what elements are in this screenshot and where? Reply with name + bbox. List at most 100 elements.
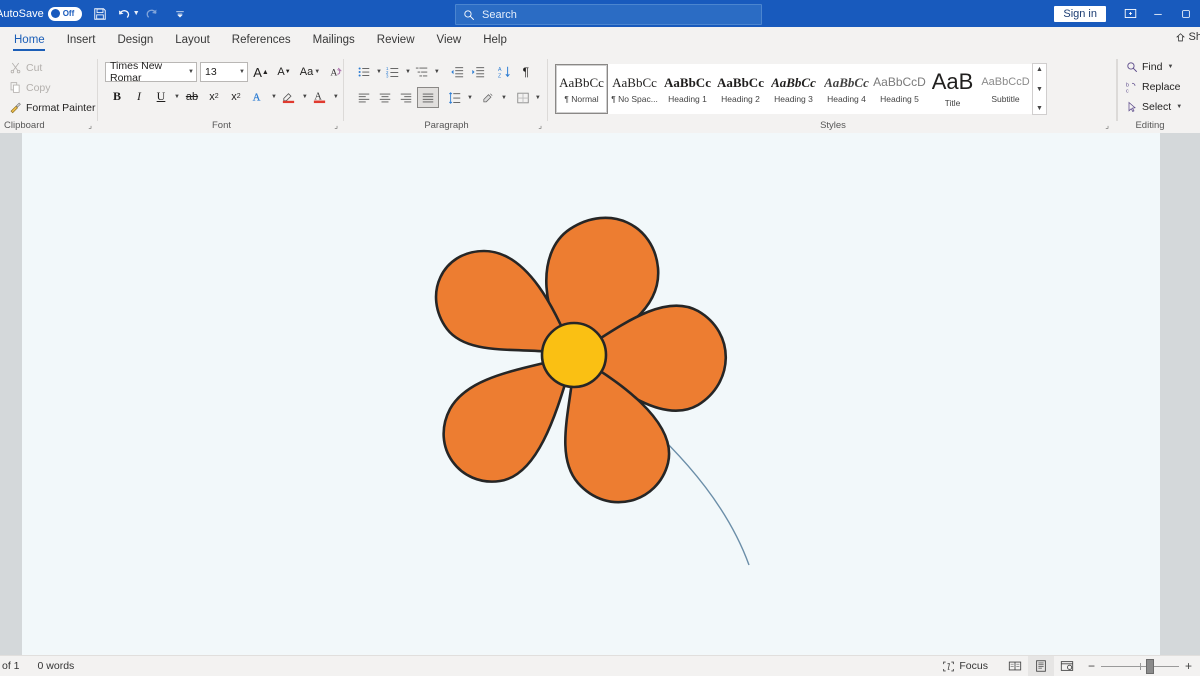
group-separator xyxy=(97,59,98,121)
borders-dropdown-icon[interactable]: ▼ xyxy=(535,95,541,101)
styles-more-icon[interactable]: ▼ xyxy=(1036,104,1043,113)
select-button[interactable]: Select ▼ xyxy=(1126,101,1182,113)
style-heading-2[interactable]: AaBbCc Heading 2 xyxy=(714,64,767,114)
align-right-button[interactable] xyxy=(396,88,416,107)
word-count[interactable]: 0 words xyxy=(38,660,75,672)
tab-mailings[interactable]: Mailings xyxy=(302,27,366,54)
sort-button[interactable]: AZ xyxy=(495,62,515,81)
font-name-combobox[interactable]: Times New Romar ▼ xyxy=(105,60,197,84)
tab-review[interactable]: Review xyxy=(366,27,426,54)
shading-dropdown-icon[interactable]: ▼ xyxy=(501,95,507,101)
line-spacing-dropdown-icon[interactable]: ▼ xyxy=(467,95,473,101)
share-button[interactable]: Sh xyxy=(1175,31,1200,43)
font-size-combobox[interactable]: 13 ▼ xyxy=(200,62,248,82)
sign-in-button[interactable]: Sign in xyxy=(1054,5,1106,22)
style-heading-5[interactable]: AaBbCcD Heading 5 xyxy=(873,64,926,114)
bullets-dropdown-icon[interactable]: ▼ xyxy=(376,69,382,75)
styles-dialog-launcher[interactable]: ⌟ xyxy=(1105,121,1109,130)
multilevel-list-button[interactable] xyxy=(412,62,432,81)
tab-references[interactable]: References xyxy=(221,27,302,54)
autosave-toggle[interactable]: AutoSave Off xyxy=(0,6,82,21)
italic-button[interactable]: I xyxy=(129,87,149,106)
underline-dropdown-icon[interactable]: ▼ xyxy=(174,94,180,100)
subscript-button[interactable]: x2 xyxy=(204,87,224,106)
font-color-dropdown-icon[interactable]: ▼ xyxy=(333,94,339,100)
style-normal[interactable]: AaBbCc ¶ Normal xyxy=(555,64,608,114)
bullets-button[interactable] xyxy=(354,62,374,81)
zoom-out-button[interactable]: − xyxy=(1088,659,1095,673)
ribbon-group-paragraph: ▼ 123 ▼ ▼ AZ ¶ ▼ ▼ ▼ Paragraph ⌟ xyxy=(345,54,548,133)
style-heading-4[interactable]: AaBbCc Heading 4 xyxy=(820,64,873,114)
autosave-switch[interactable]: Off xyxy=(47,6,82,21)
format-painter-button[interactable]: Format Painter xyxy=(9,101,95,114)
tab-view[interactable]: View xyxy=(426,27,473,54)
save-icon[interactable] xyxy=(88,3,112,25)
style-heading-3[interactable]: AaBbCc Heading 3 xyxy=(767,64,820,114)
select-dropdown-icon[interactable]: ▼ xyxy=(1176,104,1182,110)
numbering-dropdown-icon[interactable]: ▼ xyxy=(405,69,411,75)
redo-icon[interactable] xyxy=(140,3,164,25)
shrink-font-button[interactable]: A ▼ xyxy=(274,63,294,82)
style-subtitle[interactable]: AaBbCcD Subtitle xyxy=(979,64,1032,114)
font-dialog-launcher[interactable]: ⌟ xyxy=(334,121,338,130)
text-effects-button[interactable]: A xyxy=(248,87,268,106)
tab-home[interactable]: Home xyxy=(0,27,56,54)
increase-indent-button[interactable] xyxy=(468,62,488,81)
bold-button[interactable]: B xyxy=(107,87,127,106)
ribbon-display-options-icon[interactable] xyxy=(1116,0,1144,27)
highlight-dropdown-icon[interactable]: ▼ xyxy=(302,94,308,100)
font-color-button[interactable]: A xyxy=(310,87,330,106)
find-button[interactable]: Find ▼ xyxy=(1126,61,1173,73)
shading-button[interactable] xyxy=(479,88,499,107)
read-mode-button[interactable] xyxy=(1002,656,1028,676)
chevron-down-icon[interactable]: ▼ xyxy=(188,69,194,75)
tab-design[interactable]: Design xyxy=(106,27,164,54)
align-left-button[interactable] xyxy=(354,88,374,107)
document-page[interactable] xyxy=(22,133,1160,655)
line-spacing-button[interactable] xyxy=(445,88,465,107)
print-layout-button[interactable] xyxy=(1027,656,1054,676)
style-no-spacing[interactable]: AaBbCc ¶ No Spac... xyxy=(608,64,661,114)
text-effects-dropdown-icon[interactable]: ▼ xyxy=(271,94,277,100)
chevron-down-icon[interactable]: ▼ xyxy=(239,69,245,75)
clipboard-dialog-launcher[interactable]: ⌟ xyxy=(88,121,92,130)
search-box[interactable]: Search xyxy=(455,4,762,25)
underline-button[interactable]: U xyxy=(151,87,171,106)
focus-mode-button[interactable]: Focus xyxy=(942,660,988,673)
minimize-icon[interactable] xyxy=(1144,0,1172,27)
zoom-in-button[interactable]: + xyxy=(1185,659,1192,673)
styles-scroll-down-icon[interactable]: ▼ xyxy=(1036,85,1043,94)
find-dropdown-icon[interactable]: ▼ xyxy=(1167,64,1173,70)
zoom-handle[interactable] xyxy=(1146,659,1155,674)
style-title[interactable]: AaB Title xyxy=(926,64,979,114)
strikethrough-button[interactable]: ab xyxy=(182,87,202,106)
numbering-button[interactable]: 123 xyxy=(383,62,403,81)
styles-scroll-up-icon[interactable]: ▲ xyxy=(1036,65,1043,74)
tab-help[interactable]: Help xyxy=(472,27,518,54)
text-highlight-button[interactable] xyxy=(279,87,299,106)
align-center-button[interactable] xyxy=(375,88,395,107)
superscript-button[interactable]: x2 xyxy=(226,87,246,106)
change-case-button[interactable]: Aa ▼ xyxy=(297,63,323,82)
flower-drawing[interactable] xyxy=(22,133,1160,655)
show-formatting-marks-button[interactable]: ¶ xyxy=(516,62,536,81)
style-heading-1[interactable]: AaBbCc Heading 1 xyxy=(661,64,714,114)
page-indicator[interactable]: of 1 xyxy=(2,660,20,672)
justify-button[interactable] xyxy=(417,87,439,108)
multilevel-dropdown-icon[interactable]: ▼ xyxy=(434,69,440,75)
borders-button[interactable] xyxy=(513,88,533,107)
copy-button[interactable]: Copy xyxy=(9,81,51,94)
decrease-indent-button[interactable] xyxy=(447,62,467,81)
customize-quick-access-icon[interactable] xyxy=(168,3,192,25)
web-layout-button[interactable] xyxy=(1054,656,1080,676)
cut-button[interactable]: Cut xyxy=(9,61,42,74)
undo-dropdown-icon[interactable]: ▼ xyxy=(133,10,140,17)
styles-gallery-scrollbar[interactable]: ▲ ▼ ▼ xyxy=(1032,63,1047,115)
zoom-slider[interactable] xyxy=(1100,656,1179,676)
replace-button[interactable]: bc Replace xyxy=(1126,81,1181,93)
tab-layout[interactable]: Layout xyxy=(164,27,221,54)
grow-font-button[interactable]: A ▲ xyxy=(251,63,271,82)
restore-icon[interactable] xyxy=(1172,0,1200,27)
paragraph-dialog-launcher[interactable]: ⌟ xyxy=(538,121,542,130)
tab-insert[interactable]: Insert xyxy=(56,27,107,54)
